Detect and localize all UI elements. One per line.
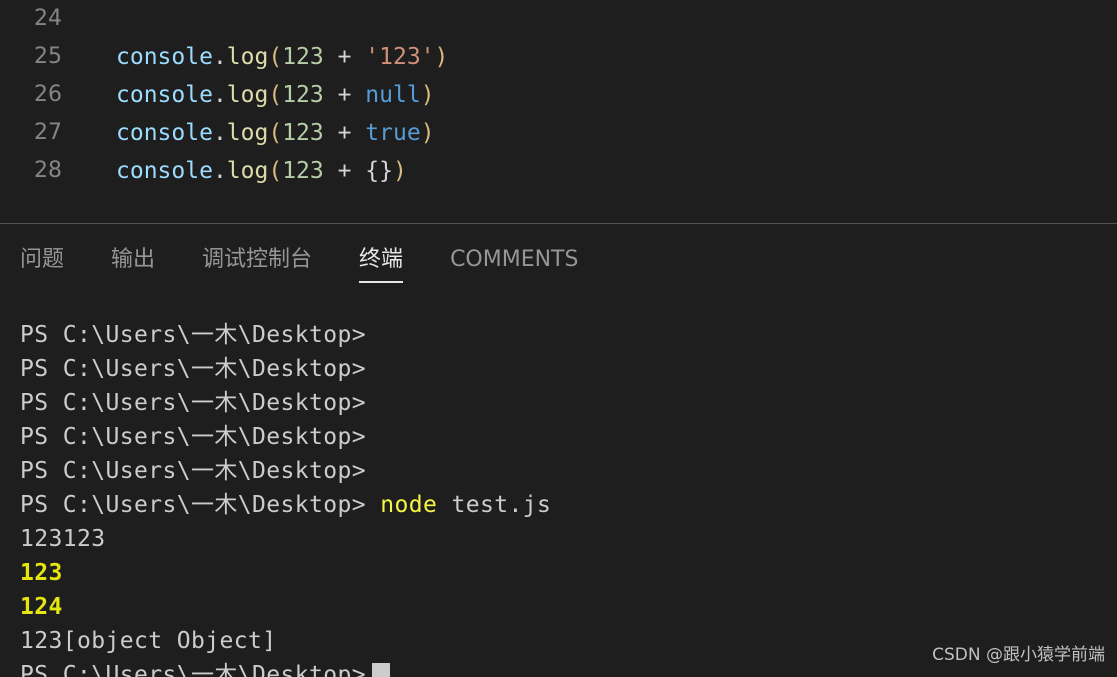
code-line: 26 console.log(123 + null) (0, 76, 1117, 114)
terminal-output[interactable]: PS C:\Users\一木\Desktop> PS C:\Users\一木\De… (0, 318, 1117, 677)
terminal-command-arg: test.js (437, 492, 552, 518)
code-token: ( (268, 82, 283, 108)
panel-tab-4[interactable]: COMMENTS (450, 224, 578, 283)
code-line: 24 (0, 0, 1117, 38)
terminal-line: 123123 (0, 522, 1117, 556)
terminal-prompt: PS C:\Users\一木\Desktop> (20, 424, 366, 450)
code-token: console (116, 120, 213, 146)
terminal-line: 124 (0, 590, 1117, 624)
panel-tab-0[interactable]: 问题 (20, 224, 64, 283)
code-token: ) (420, 82, 435, 108)
terminal-command: node (366, 492, 438, 518)
code-text: console.log(123 + true) (116, 114, 435, 152)
terminal-line: PS C:\Users\一木\Desktop> (0, 454, 1117, 488)
terminal-output-text: 123[object Object] (20, 628, 277, 654)
code-token: . (212, 82, 227, 108)
panel-tab-bar: 问题 输出 调试控制台 终端 COMMENTS (0, 224, 625, 290)
code-token: '123' (365, 44, 435, 70)
panel-tab-1[interactable]: 输出 (111, 224, 155, 283)
terminal-line: PS C:\Users\一木\Desktop> (0, 318, 1117, 352)
code-token: 123 (282, 158, 324, 184)
terminal-line: PS C:\Users\一木\Desktop> node test.js (0, 488, 1117, 522)
line-number: 25 (34, 44, 62, 69)
terminal-prompt: PS C:\Users\一木\Desktop> (20, 662, 366, 677)
code-editor[interactable]: 24 25 console.log(123 + '123') 26 console.lo… (0, 0, 1117, 223)
terminal-line: PS C:\Users\一木\Desktop> (0, 352, 1117, 386)
code-token: console (116, 158, 213, 184)
code-token: . (212, 158, 227, 184)
bottom-panel: 问题 输出 调试控制台 终端 COMMENTS PS C:\Users\一木\Deskt… (0, 224, 1117, 677)
terminal-line: 123 (0, 556, 1117, 590)
code-text: console.log(123 + null) (116, 76, 435, 114)
code-token: console (116, 44, 213, 70)
code-token: . (212, 120, 227, 146)
code-token: ) (434, 44, 449, 70)
code-token: {} (365, 158, 393, 184)
terminal-prompt: PS C:\Users\一木\Desktop> (20, 356, 366, 382)
line-number: 24 (34, 6, 62, 31)
code-line: 25 console.log(123 + '123') (0, 38, 1117, 76)
code-text: console.log(123 + {}) (116, 152, 407, 190)
terminal-prompt: PS C:\Users\一木\Desktop> (20, 390, 366, 416)
terminal-output-text: 124 (20, 594, 63, 620)
code-token: log (226, 82, 269, 108)
terminal-cursor (372, 663, 390, 677)
terminal-line: 123[object Object] (0, 624, 1117, 658)
code-token: ( (268, 158, 283, 184)
terminal-output-text: 123123 (20, 526, 106, 552)
terminal-prompt: PS C:\Users\一木\Desktop> (20, 458, 366, 484)
code-token: + (323, 44, 366, 70)
code-token: console (116, 82, 213, 108)
line-number: 27 (34, 120, 62, 145)
editor-line-list: 24 25 console.log(123 + '123') 26 console.lo… (0, 0, 1117, 190)
line-number: 28 (34, 158, 62, 183)
terminal-prompt: PS C:\Users\一木\Desktop> (20, 322, 366, 348)
terminal-prompt: PS C:\Users\一木\Desktop> (20, 492, 366, 518)
code-token: 123 (282, 82, 324, 108)
vscode-window: 24 25 console.log(123 + '123') 26 console.lo… (0, 0, 1117, 677)
panel-tab-2[interactable]: 调试控制台 (202, 224, 312, 283)
code-token: log (226, 44, 269, 70)
code-text: console.log(123 + '123') (116, 38, 448, 76)
panel-tab-3[interactable]: 终端 (359, 224, 404, 283)
code-token: ) (393, 158, 407, 184)
code-token: ( (268, 44, 283, 70)
code-token: 123 (282, 120, 324, 146)
code-token: . (212, 44, 227, 70)
code-token: true (365, 120, 421, 146)
code-line: 28 console.log(123 + {}) (0, 152, 1117, 190)
code-token: + (323, 120, 366, 146)
terminal-line: PS C:\Users\一木\Desktop> (0, 420, 1117, 454)
code-token: ) (420, 120, 435, 146)
code-token: 123 (282, 44, 324, 70)
line-number: 26 (34, 82, 62, 107)
code-token: null (365, 82, 421, 108)
code-token: ( (268, 120, 283, 146)
terminal-line: PS C:\Users\一木\Desktop> (0, 386, 1117, 420)
code-token: log (226, 158, 269, 184)
code-token: + (323, 82, 366, 108)
terminal-line: PS C:\Users\一木\Desktop> (0, 658, 1117, 677)
code-line: 27 console.log(123 + true) (0, 114, 1117, 152)
code-token: + (323, 158, 366, 184)
terminal-output-text: 123 (20, 560, 63, 586)
code-token: log (226, 120, 269, 146)
